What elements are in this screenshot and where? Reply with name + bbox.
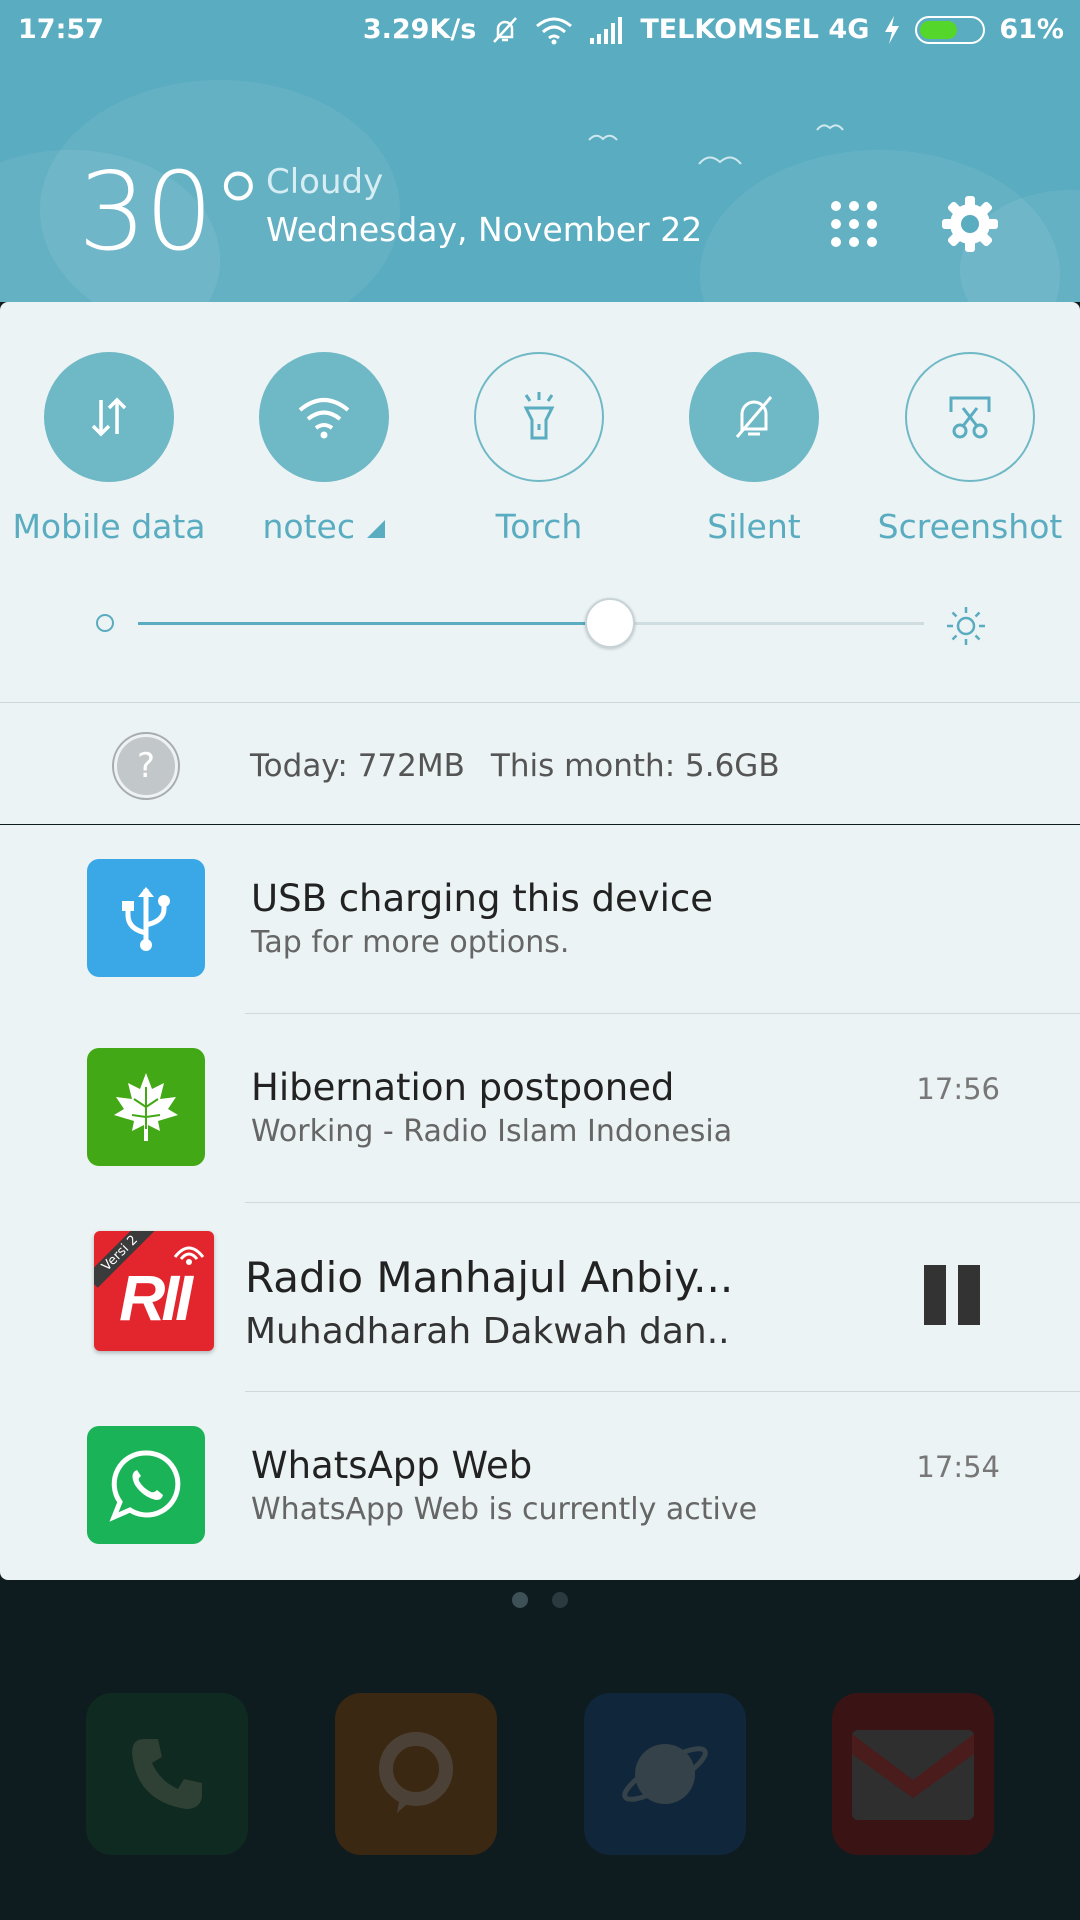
data-usage-text[interactable]: Today: 772MB This month: 5.6GB [250, 748, 780, 784]
toggle-label-silent: Silent [707, 507, 801, 546]
wifi-expand-corner-icon [366, 520, 385, 538]
notification-subtitle: Tap for more options. [251, 925, 570, 960]
notification-subtitle: WhatsApp Web is currently active [251, 1492, 758, 1527]
pause-icon-bar [958, 1265, 980, 1325]
media-subtitle: Muhadharah Dakwah dan.. [245, 1311, 730, 1352]
brightness-low-icon [96, 614, 114, 632]
temperature: 30° [78, 150, 265, 275]
toggle-label-mobile-data: Mobile data [12, 507, 206, 546]
status-right: 3.29K/s TELKOMSEL 4G 61% [363, 14, 1064, 45]
notification-list: USB charging this device Tap for more op… [0, 825, 1080, 1580]
notification-subtitle: Working - Radio Islam Indonesia [251, 1114, 733, 1149]
gmail-icon [852, 1730, 974, 1820]
toggle-wifi[interactable] [259, 352, 389, 482]
whatsapp-icon [109, 1450, 181, 1522]
usb-app-icon [87, 859, 205, 977]
toggle-mobile-data[interactable] [44, 352, 174, 482]
bird-icon [588, 134, 618, 141]
chat-icon [379, 1732, 453, 1813]
toggle-label-screenshot: Screenshot [877, 507, 1063, 546]
notification-title: WhatsApp Web [251, 1444, 533, 1487]
wifi-icon [298, 398, 350, 439]
notification-usb[interactable]: USB charging this device Tap for more op… [0, 825, 1080, 1014]
data-arrows-icon [91, 397, 127, 437]
network-speed: 3.29K/s [362, 14, 477, 45]
rii-logo: RII Versi 2 [94, 1231, 214, 1351]
bell-slash-icon [735, 396, 773, 438]
scissors-icon [949, 396, 991, 439]
weather-condition: Cloudy [266, 162, 384, 202]
maple-leaf-icon [114, 1073, 178, 1141]
weather-header: 17:57 3.29K/s TELKOMSEL 4G 61% 30° Cloud… [0, 0, 1080, 302]
dock-messages-app[interactable] [335, 1693, 497, 1855]
notification-radio-media[interactable]: RII Versi 2 Radio Manhajul Anbiy... Muha… [0, 1203, 1080, 1392]
gear-icon [942, 196, 998, 252]
usb-icon [122, 887, 170, 951]
wifi-icon [536, 17, 573, 44]
data-usage-month: This month: 5.6GB [490, 748, 780, 784]
greenify-app-icon [87, 1048, 205, 1166]
quick-settings-panel: Mobile data notec Torch Silent Screensho… [0, 302, 1080, 824]
toggle-torch[interactable] [474, 352, 604, 482]
notification-hibernation[interactable]: Hibernation postponed Working - Radio Is… [0, 1014, 1080, 1203]
broadcast-waves-icon [173, 1246, 205, 1265]
carrier-name: TELKOMSEL 4G [640, 14, 870, 45]
notification-whatsapp[interactable]: WhatsApp Web WhatsApp Web is currently a… [0, 1392, 1080, 1581]
bird-icon [816, 124, 844, 131]
toggle-label-wifi: notec [216, 507, 432, 546]
planet-icon [622, 1744, 708, 1804]
brightness-slider[interactable] [138, 598, 924, 648]
bell-slash-icon [493, 16, 518, 43]
media-title: Radio Manhajul Anbiy... [245, 1253, 734, 1302]
page-dot [512, 1592, 528, 1608]
notification-title: USB charging this device [251, 877, 714, 920]
rii-logo-text: RII [119, 1262, 193, 1334]
toggle-screenshot[interactable] [905, 352, 1035, 482]
charging-bolt-icon [885, 15, 900, 44]
notification-time: 17:56 [916, 1072, 1000, 1106]
battery-fill [920, 20, 957, 39]
home-page-indicator [512, 1592, 568, 1608]
wifi-network-name: notec [262, 507, 356, 546]
apps-grid-icon [831, 201, 877, 247]
dock-browser-app[interactable] [584, 1693, 746, 1855]
signal-icon [590, 16, 623, 44]
torch-icon [523, 392, 555, 440]
settings-button[interactable] [940, 194, 1000, 254]
battery-percent: 61% [999, 14, 1064, 45]
dock-phone-app[interactable] [86, 1693, 248, 1855]
data-usage-today: Today: 772MB [250, 748, 465, 784]
dock-gmail-app[interactable] [832, 1693, 994, 1855]
toggle-label-torch: Torch [495, 507, 583, 546]
brightness-slider-thumb[interactable] [584, 598, 635, 648]
battery-icon [915, 15, 986, 44]
whatsapp-app-icon [87, 1426, 205, 1544]
pause-icon-bar [924, 1265, 946, 1325]
status-time: 17:57 [18, 14, 104, 45]
pause-button[interactable] [920, 1265, 984, 1325]
weather-date: Wednesday, November 22 [266, 210, 703, 249]
page-dot [552, 1592, 568, 1608]
panel-divider [0, 702, 1080, 703]
bird-icon [698, 156, 742, 165]
apps-grid-button[interactable] [824, 194, 884, 254]
notification-title: Hibernation postponed [251, 1066, 675, 1109]
notification-time: 17:54 [916, 1450, 1000, 1484]
data-usage-help-icon[interactable]: ? [114, 734, 178, 798]
status-bar: 17:57 3.29K/s TELKOMSEL 4G 61% [0, 0, 1080, 60]
brightness-slider-fill [138, 622, 610, 625]
brightness-high-icon [947, 607, 985, 645]
phone-icon [132, 1739, 202, 1809]
toggle-silent[interactable] [689, 352, 819, 482]
